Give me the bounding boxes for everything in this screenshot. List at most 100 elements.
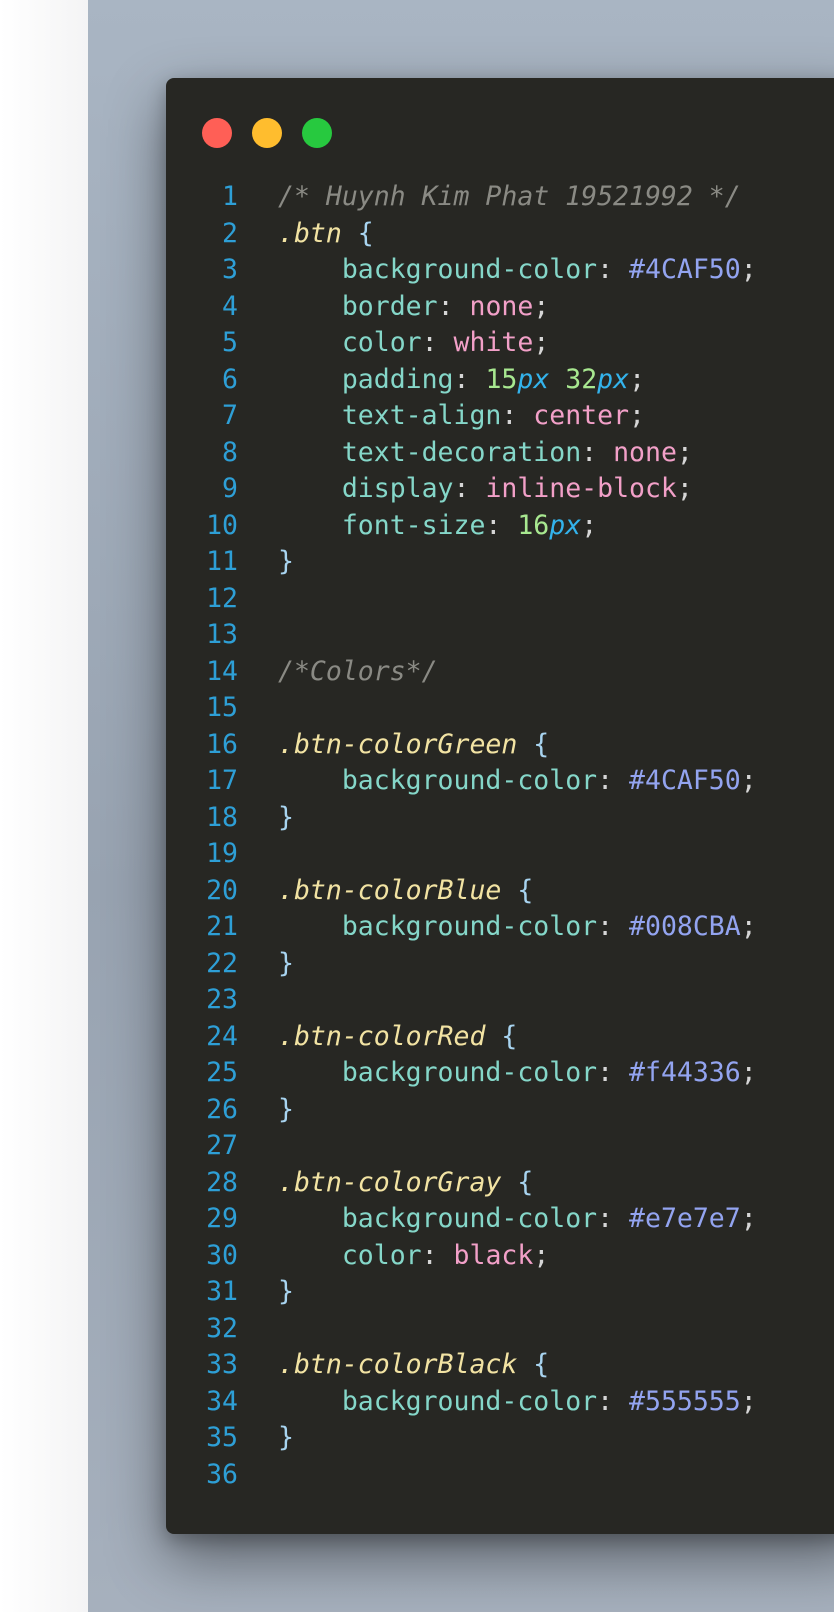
line-text: background-color: #4CAF50; (278, 763, 757, 800)
minimize-button[interactable] (252, 118, 282, 148)
code-token: ; (676, 436, 693, 468)
code-line: 5 color: white; (166, 325, 834, 362)
line-text: background-color: #f44336; (278, 1055, 757, 1092)
line-number: 2 (222, 217, 238, 249)
code-token: ; (676, 473, 693, 504)
line-number: 15 (206, 692, 238, 723)
code-token: /* Huynh Kim Phat 19521992 */ (278, 181, 741, 212)
line-number: 9 (222, 473, 238, 504)
line-text: } (278, 800, 294, 837)
maximize-button[interactable] (302, 118, 332, 148)
code-line: 24 .btn-colorRed { (166, 1019, 834, 1056)
code-token: #008CBA (629, 911, 741, 942)
close-button[interactable] (202, 118, 232, 148)
code-token: : (597, 765, 630, 796)
code-token: text-decoration (341, 436, 582, 468)
code-token: .btn (278, 217, 342, 249)
line-number: 22 (206, 947, 238, 979)
line-text: .btn-colorGray { (278, 1165, 533, 1202)
code-line: 22} (166, 946, 834, 983)
code-token: #555555 (629, 1385, 741, 1417)
code-token: { (533, 728, 550, 760)
code-area[interactable]: 1/* Huynh Kim Phat 19521992 */2 .btn {3 b… (166, 179, 834, 1493)
code-line: 29 background-color: #e7e7e7; (166, 1201, 834, 1238)
code-token: { (357, 217, 374, 249)
code-token: : (597, 1057, 630, 1088)
code-line: 18} (166, 800, 834, 837)
code-token: font-size (341, 509, 486, 541)
line-number: 20 (206, 874, 238, 906)
line-number: 7 (222, 400, 238, 431)
code-line: 12 (166, 581, 834, 618)
code-token: .btn-colorGreen (278, 728, 518, 760)
code-line: 25 background-color: #f44336; (166, 1055, 834, 1092)
line-number: 3 (222, 254, 238, 285)
page-margin (0, 0, 88, 1612)
code-token: ; (629, 400, 645, 431)
code-token: 16 (517, 509, 550, 541)
code-line: 16 .btn-colorGreen { (166, 727, 834, 764)
code-line: 1 /* Huynh Kim Phat 19521992 */ (166, 179, 834, 216)
code-line: 31} (166, 1274, 834, 1311)
code-line: 34 background-color: #555555; (166, 1384, 834, 1421)
code-token: #4CAF50 (629, 765, 741, 796)
code-token: ; (533, 327, 550, 358)
code-token: } (278, 1093, 294, 1125)
code-line: 19 (166, 836, 834, 873)
code-token: ; (740, 1385, 757, 1417)
line-number: 31 (206, 1276, 238, 1307)
line-text: text-decoration: none; (278, 435, 693, 472)
line-number: 21 (206, 911, 238, 942)
line-text: .btn-colorBlack { (278, 1347, 549, 1384)
line-number: 26 (206, 1093, 238, 1125)
line-text: } (278, 946, 294, 983)
code-token: : (597, 911, 630, 942)
code-line: 13 (166, 617, 834, 654)
code-token: none (469, 290, 534, 322)
code-line: 30 color: black; (166, 1238, 834, 1275)
code-token: } (278, 1422, 294, 1453)
code-line: 33 .btn-colorBlack { (166, 1347, 834, 1384)
code-token: px (517, 363, 550, 395)
code-token: border (341, 290, 438, 322)
line-number: 4 (222, 290, 238, 322)
code-token: color (341, 327, 422, 358)
code-token: } (278, 801, 294, 833)
line-number: 28 (206, 1166, 238, 1198)
line-number: 6 (222, 363, 238, 395)
line-text: .btn-colorRed { (278, 1019, 517, 1056)
line-number: 30 (206, 1239, 238, 1271)
line-number: 23 (206, 984, 238, 1015)
code-token: : (421, 1239, 454, 1271)
code-token: px (597, 363, 630, 395)
line-number: 29 (206, 1203, 238, 1234)
code-token: white (453, 327, 534, 358)
line-number: 35 (206, 1422, 238, 1453)
line-number: 32 (206, 1312, 238, 1344)
code-token: .btn-colorGray (278, 1166, 502, 1198)
code-token: background-color (341, 1057, 598, 1088)
line-number: 19 (206, 838, 238, 869)
code-token: background-color (341, 254, 598, 285)
code-token: black (453, 1239, 534, 1271)
code-token: ; (629, 363, 646, 395)
code-token: ; (740, 254, 757, 285)
code-token: ; (533, 1239, 550, 1271)
line-number: 27 (206, 1130, 238, 1161)
code-line: 7 text-align: center; (166, 398, 834, 435)
code-line: 17 background-color: #4CAF50; (166, 763, 834, 800)
code-token: 32 (565, 363, 598, 395)
code-line: 2 .btn { (166, 216, 834, 253)
code-line: 32 (166, 1311, 834, 1348)
line-text: display: inline-block; (278, 471, 693, 508)
code-token: display (341, 473, 454, 504)
code-token: : (485, 509, 518, 541)
line-text: /* Huynh Kim Phat 19521992 */ (278, 179, 741, 216)
